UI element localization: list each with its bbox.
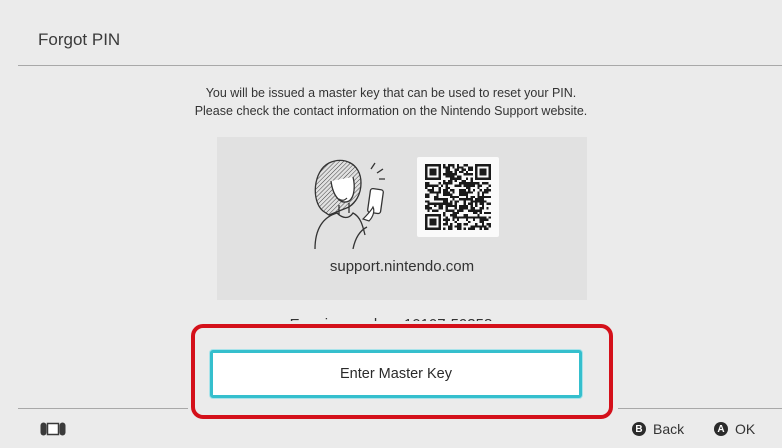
header-divider (18, 65, 782, 66)
footer-divider (618, 408, 782, 409)
page-title: Forgot PIN (38, 30, 121, 49)
ok-hint[interactable]: A OK (714, 421, 755, 437)
console-icon (40, 422, 66, 436)
forgot-pin-screen: Forgot PIN You will be issued a master k… (0, 0, 782, 448)
footer-divider (18, 408, 188, 409)
instructions-line-1: You will be issued a master key that can… (205, 86, 577, 100)
qr-code-modules (425, 164, 491, 230)
instructions-line-2: Please check the contact information on … (194, 104, 588, 118)
support-card: support.nintendo.com (217, 137, 587, 300)
back-hint[interactable]: B Back (632, 421, 684, 437)
back-label: Back (653, 421, 685, 437)
b-button-icon: B (632, 422, 646, 436)
enter-master-key-label: Enter Master Key (339, 366, 452, 382)
a-button-icon: A (714, 422, 728, 436)
header: Forgot PIN (0, 0, 782, 66)
person-with-phone-illustration (314, 159, 385, 249)
instructions-text: You will be issued a master key that can… (0, 84, 782, 120)
ok-label: OK (735, 421, 756, 437)
enter-master-key-button[interactable]: Enter Master Key (210, 350, 582, 398)
support-url: support.nintendo.com (329, 258, 475, 275)
qr-code-icon (417, 157, 499, 237)
